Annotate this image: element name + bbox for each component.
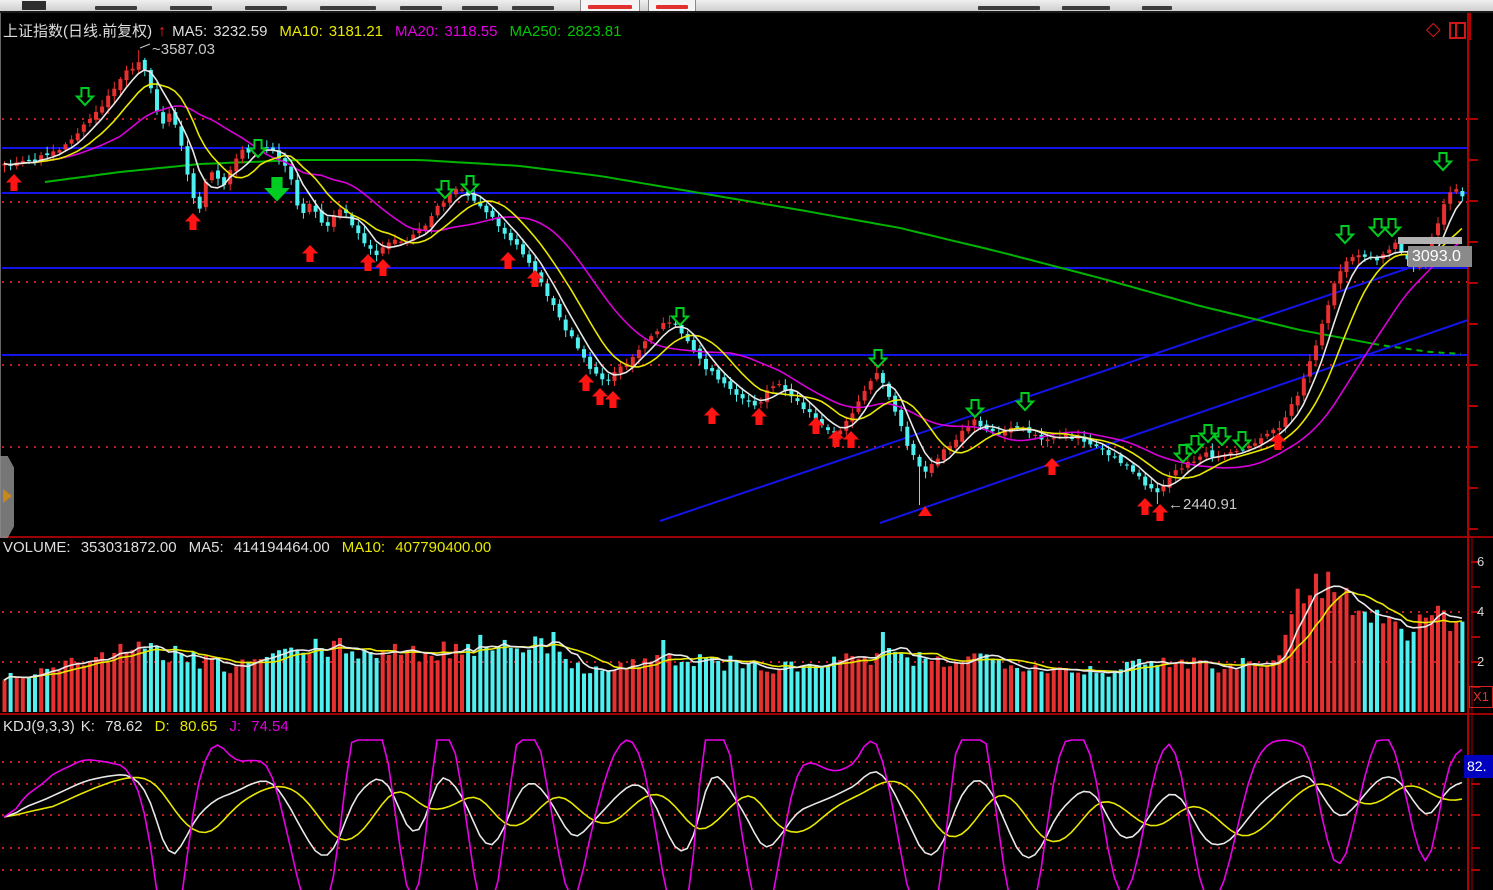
kdj-value-label: 82. — [1464, 755, 1493, 778]
toolbar-red-button-1[interactable] — [580, 0, 640, 11]
kdj-header: KDJ(9,3,3) K: 78.62 D: 80.65 J: 74.54 — [3, 718, 301, 735]
volume-header: VOLUME: 353031872.00 MA5: 414194464.00 MA1… — [3, 539, 503, 556]
menu-item-fragment[interactable] — [978, 6, 1040, 10]
trend-up-arrow-icon: ↑ — [158, 23, 166, 40]
red-label-fragment — [656, 5, 688, 9]
menu-item-fragment[interactable] — [1142, 6, 1172, 10]
ma5-readout: MA5:3232.59 — [172, 23, 273, 40]
window-panes-icon[interactable] — [1449, 22, 1466, 39]
main-chart-header: 上证指数(日线.前复权) ↑ MA5:3232.59 MA10:3181.21 MA20… — [3, 20, 633, 41]
trading-app-window: 上证指数(日线.前复权) ↑ MA5:3232.59 MA10:3181.21 MA20… — [0, 0, 1493, 890]
diamond-icon[interactable]: ◇ — [1426, 18, 1441, 41]
toolbar-red-button-2[interactable] — [648, 0, 696, 11]
chart-canvas[interactable] — [0, 0, 1493, 890]
volume-axis-label: 4 — [1477, 604, 1493, 619]
price-marker-bar — [1398, 237, 1462, 244]
volume-axis-label: 2 — [1477, 654, 1493, 669]
menu-item-fragment[interactable] — [462, 6, 498, 10]
symbol-title: 上证指数(日线.前复权) — [3, 23, 152, 40]
sidebar-expand-tab[interactable] — [0, 456, 14, 538]
last-price-label: 3093.0 — [1408, 246, 1472, 267]
menu-item-fragment[interactable] — [245, 6, 287, 10]
menu-item-fragment[interactable] — [1062, 6, 1110, 10]
menu-item-fragment[interactable] — [512, 6, 554, 10]
ma20-readout: MA20:3118.55 — [395, 23, 503, 40]
kdj-d-readout: D: 80.65 — [155, 718, 224, 735]
low-price-annotation: ←2440.91 — [1168, 496, 1237, 513]
kdj-j-readout: J: 74.54 — [229, 718, 294, 735]
kdj-title: KDJ(9,3,3) — [3, 718, 75, 735]
volume-readout: VOLUME: 353031872.00 — [3, 539, 183, 556]
volume-ma10-readout: MA10: 407790400.00 — [342, 539, 497, 556]
kdj-k-readout: K: 78.62 — [81, 718, 149, 735]
peak-price-annotation: ~3587.03 — [152, 41, 215, 58]
ma10-readout: MA10:3181.21 — [279, 23, 389, 40]
menu-item-fragment[interactable] — [170, 6, 212, 10]
menu-item-fragment[interactable] — [95, 6, 137, 10]
app-menu-icon[interactable] — [22, 1, 46, 10]
volume-axis-label: 6 — [1477, 554, 1493, 569]
ma250-readout: MA250:2823.81 — [509, 23, 627, 40]
volume-scale-label: X1 — [1469, 686, 1493, 708]
menu-bar[interactable] — [0, 0, 1493, 13]
menu-item-fragment[interactable] — [400, 6, 442, 10]
menu-item-fragment[interactable] — [320, 6, 376, 10]
expand-arrow-icon — [3, 489, 12, 503]
volume-ma5-readout: MA5: 414194464.00 — [189, 539, 336, 556]
red-label-fragment — [588, 5, 632, 9]
